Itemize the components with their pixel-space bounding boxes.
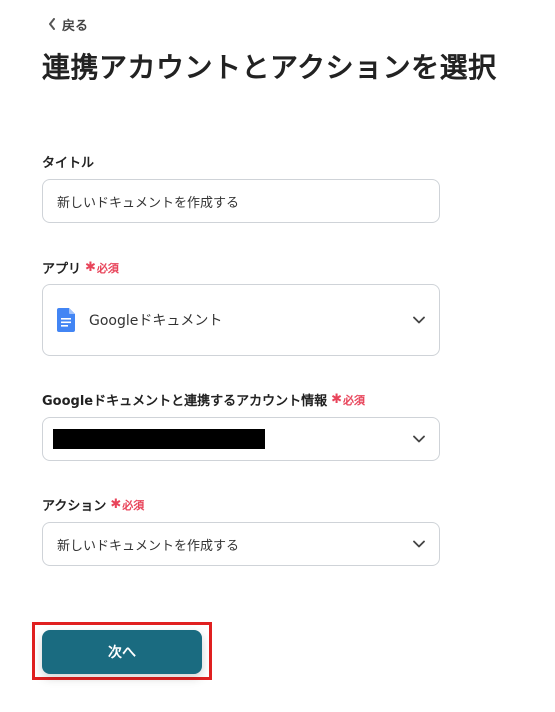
back-label: 戻る [62, 18, 89, 34]
page-title: 連携アカウントとアクションを選択 [42, 51, 497, 84]
account-label-text: Googleドキュメントと連携するアカウント情報 [42, 394, 328, 409]
title-field-label: タイトル [42, 152, 94, 171]
required-text: 必須 [122, 498, 145, 512]
chevron-down-icon [413, 435, 425, 443]
next-button[interactable]: 次へ [42, 630, 202, 674]
chevron-down-icon [413, 540, 425, 548]
required-star-icon: ✱ [85, 260, 96, 275]
required-star-icon: ✱ [331, 392, 343, 407]
required-badge: ✱ 必須 [85, 260, 119, 276]
action-select-value: 新しいドキュメントを作成する [57, 538, 240, 554]
account-field-label: Googleドキュメントと連携するアカウント情報 ✱ 必須 [42, 390, 365, 409]
app-select-value: Googleドキュメント [89, 313, 223, 329]
next-button-label: 次へ [108, 645, 136, 661]
required-badge: ✱ 必須 [331, 392, 365, 408]
redacted-account-value [53, 429, 265, 449]
app-select[interactable]: Googleドキュメント [42, 284, 440, 356]
action-field-label: アクション ✱ 必須 [42, 495, 144, 514]
app-label-text: アプリ [42, 262, 82, 277]
action-select[interactable]: 新しいドキュメントを作成する [42, 522, 440, 566]
required-text: 必須 [343, 393, 366, 407]
back-link[interactable]: 戻る [48, 14, 88, 34]
google-docs-icon [57, 308, 75, 332]
title-input-value: 新しいドキュメントを作成する [57, 195, 240, 211]
chevron-down-icon [413, 316, 425, 324]
chevron-left-icon [49, 18, 55, 30]
account-select[interactable] [42, 417, 440, 461]
action-label-text: アクション [42, 499, 107, 514]
app-field-label: アプリ ✱ 必須 [42, 258, 119, 277]
required-text: 必須 [96, 261, 119, 275]
required-star-icon: ✱ [110, 497, 122, 512]
required-badge: ✱ 必須 [110, 497, 144, 513]
title-input[interactable]: 新しいドキュメントを作成する [42, 179, 440, 223]
title-label-text: タイトル [42, 156, 95, 171]
